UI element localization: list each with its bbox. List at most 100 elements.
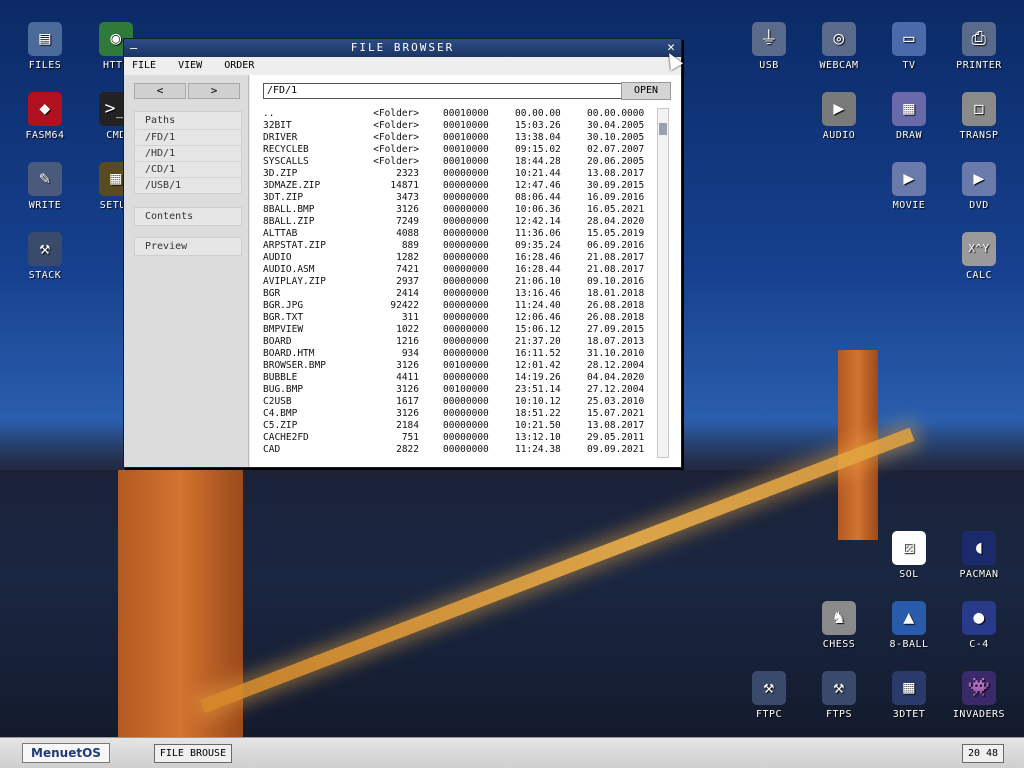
file-row[interactable]: .. <Folder> 00010000 00.00.00 00.00.0000 bbox=[263, 108, 655, 120]
file-date: 20.06.2005 bbox=[587, 156, 645, 167]
file-row[interactable]: CAD 2822 00000000 11:24.38 09.09.2021 bbox=[263, 444, 655, 456]
desktop-icon-chess[interactable]: ♞ CHESS bbox=[807, 601, 871, 650]
desktop-icon-ftps[interactable]: ⚒ FTPS bbox=[807, 671, 871, 720]
desktop-icon-stack[interactable]: ⚒ STACK bbox=[13, 232, 77, 281]
file-row[interactable]: BROWSER.BMP 3126 00100000 12:01.42 28.12.200… bbox=[263, 360, 655, 372]
start-button[interactable]: MenuetOS bbox=[22, 743, 110, 763]
file-row[interactable]: CACHE2FD 751 00000000 13:12.10 29.05.2011 bbox=[263, 432, 655, 444]
sidebar-item-hd1[interactable]: /HD/1 bbox=[135, 145, 241, 161]
desktop-icon-files[interactable]: ▤ FILES bbox=[13, 22, 77, 71]
file-attributes: 00000000 bbox=[443, 420, 489, 431]
file-attributes: 00000000 bbox=[443, 264, 489, 275]
file-row[interactable]: C4.BMP 3126 00000000 18:51.22 15.07.2021 bbox=[263, 408, 655, 420]
desktop-icon-label: FASM64 bbox=[25, 130, 65, 141]
desktop-icon-tv[interactable]: ▭ TV bbox=[877, 22, 941, 71]
file-attributes: 00100000 bbox=[443, 360, 489, 371]
preview-header[interactable]: Preview bbox=[135, 238, 241, 255]
file-size: 1216 bbox=[396, 336, 419, 347]
menu-file[interactable]: FILE bbox=[132, 60, 156, 71]
desktop-icon-label: FILES bbox=[28, 60, 62, 71]
desktop-icon-transp[interactable]: ◻ TRANSP bbox=[947, 92, 1011, 141]
file-row[interactable]: BMPVIEW 1022 00000000 15:06.12 27.09.2015 bbox=[263, 324, 655, 336]
file-list[interactable]: .. <Folder> 00010000 00.00.00 00.00.0000 32BI… bbox=[263, 108, 655, 456]
file-row[interactable]: BOARD 1216 00000000 21:37.20 18.07.2013 bbox=[263, 336, 655, 348]
file-row[interactable]: 3D.ZIP 2323 00000000 10:21.44 13.08.2017 bbox=[263, 168, 655, 180]
desktop-icon-invaders[interactable]: 👾 INVADERS bbox=[947, 671, 1011, 720]
file-row[interactable]: BUBBLE 4411 00000000 14:19.26 04.04.2020 bbox=[263, 372, 655, 384]
file-row[interactable]: 3DT.ZIP 3473 00000000 08:06.44 16.09.2016 bbox=[263, 192, 655, 204]
file-name: BUBBLE bbox=[263, 372, 298, 383]
sidebar-item-cd1[interactable]: /CD/1 bbox=[135, 161, 241, 177]
file-row[interactable]: AUDIO 1282 00000000 16:28.46 21.08.2017 bbox=[263, 252, 655, 264]
sidebar-item-usb1[interactable]: /USB/1 bbox=[135, 177, 241, 193]
file-name: BGR bbox=[263, 288, 281, 299]
sidebar-item-fd1[interactable]: /FD/1 bbox=[135, 129, 241, 145]
desktop-icon-sol[interactable]: ⚄ SOL bbox=[877, 531, 941, 580]
back-button[interactable]: < bbox=[134, 83, 186, 99]
forward-button[interactable]: > bbox=[188, 83, 240, 99]
desktop-icon-pacman[interactable]: ◖ PACMAN bbox=[947, 531, 1011, 580]
desktop-icon-c-4[interactable]: ● C-4 bbox=[947, 601, 1011, 650]
file-row[interactable]: AUDIO.ASM 7421 00000000 16:28.44 21.08.2017 bbox=[263, 264, 655, 276]
calculator-icon: X^Y bbox=[962, 232, 996, 266]
file-row[interactable]: BGR.TXT 311 00000000 12:06.46 26.08.2018 bbox=[263, 312, 655, 324]
taskbar-item-file-browser[interactable]: FILE BROUSE bbox=[154, 744, 232, 763]
file-row[interactable]: DRIVER <Folder> 00010000 13:38.04 30.10.2005 bbox=[263, 132, 655, 144]
desktop-icon-printer[interactable]: ⎙ PRINTER bbox=[947, 22, 1011, 71]
desktop-icon-dvd[interactable]: ▶ DVD bbox=[947, 162, 1011, 211]
menu-bar: FILE VIEW ORDER bbox=[124, 57, 681, 75]
scrollbar-thumb[interactable] bbox=[659, 123, 667, 135]
file-row[interactable]: ARPSTAT.ZIP 889 00000000 09:35.24 06.09.2016 bbox=[263, 240, 655, 252]
file-size: 311 bbox=[401, 312, 419, 323]
file-row[interactable]: C2USB 1617 00000000 10:10.12 25.03.2010 bbox=[263, 396, 655, 408]
file-date: 28.12.2004 bbox=[587, 360, 645, 371]
file-row[interactable]: BGR 2414 00000000 13:16.46 18.01.2018 bbox=[263, 288, 655, 300]
file-row[interactable]: BOARD.HTM 934 00000000 16:11.52 31.10.2010 bbox=[263, 348, 655, 360]
file-row[interactable]: AVIPLAY.ZIP 2937 00000000 21:06.10 09.10.201… bbox=[263, 276, 655, 288]
menu-view[interactable]: VIEW bbox=[178, 60, 202, 71]
file-name: RECYCLEB bbox=[263, 144, 309, 155]
desktop-icon-draw[interactable]: ▦ DRAW bbox=[877, 92, 941, 141]
file-size: 3126 bbox=[396, 384, 419, 395]
file-row[interactable]: RECYCLEB <Folder> 00010000 09:15.02 02.07.20… bbox=[263, 144, 655, 156]
file-row[interactable]: BGR.JPG 92422 00000000 11:24.40 26.08.2018 bbox=[263, 300, 655, 312]
preview-panel[interactable]: Preview bbox=[134, 237, 242, 256]
desktop-icon-8-ball[interactable]: ▲ 8-BALL bbox=[877, 601, 941, 650]
file-name: BOARD.HTM bbox=[263, 348, 315, 359]
file-attributes: 00000000 bbox=[443, 396, 489, 407]
file-row[interactable]: ALTTAB 4088 00000000 11:36.06 15.05.2019 bbox=[263, 228, 655, 240]
file-row[interactable]: 8BALL.BMP 3126 00000000 10:06.36 16.05.2021 bbox=[263, 204, 655, 216]
desktop-icon-ftpc[interactable]: ⚒ FTPC bbox=[737, 671, 801, 720]
contents-header[interactable]: Contents bbox=[135, 208, 241, 225]
desktop-icon-movie[interactable]: ▶ MOVIE bbox=[877, 162, 941, 211]
paths-header[interactable]: Paths bbox=[135, 112, 241, 129]
file-row[interactable]: 32BIT <Folder> 00010000 15:03.26 30.04.2005 bbox=[263, 120, 655, 132]
minimize-icon[interactable]: — bbox=[130, 39, 137, 57]
tetris-icon: ▦ bbox=[892, 671, 926, 705]
contents-panel[interactable]: Contents bbox=[134, 207, 242, 226]
file-attributes: 00000000 bbox=[443, 432, 489, 443]
file-attributes: 00010000 bbox=[443, 120, 489, 131]
desktop-icon-audio[interactable]: ▶ AUDIO bbox=[807, 92, 871, 141]
open-button[interactable]: OPEN bbox=[621, 82, 671, 100]
desktop-icon-label: DRAW bbox=[895, 130, 923, 141]
file-date: 31.10.2010 bbox=[587, 348, 645, 359]
pacman-icon: ◖ bbox=[962, 531, 996, 565]
path-input[interactable]: /FD/1 bbox=[263, 83, 622, 99]
desktop-icon-write[interactable]: ✎ WRITE bbox=[13, 162, 77, 211]
file-row[interactable]: 3DMAZE.ZIP 14871 00000000 12:47.46 30.09.201… bbox=[263, 180, 655, 192]
file-row[interactable]: SYSCALLS <Folder> 00010000 18:44.28 20.06.20… bbox=[263, 156, 655, 168]
desktop-icon-webcam[interactable]: ◎ WEBCAM bbox=[807, 22, 871, 71]
file-row[interactable]: BUG.BMP 3126 00100000 23:51.14 27.12.2004 bbox=[263, 384, 655, 396]
file-row[interactable]: C5.ZIP 2184 00000000 10:21.50 13.08.2017 bbox=[263, 420, 655, 432]
file-attributes: 00000000 bbox=[443, 192, 489, 203]
desktop-icon-calc[interactable]: X^Y CALC bbox=[947, 232, 1011, 281]
file-name: CAD bbox=[263, 444, 281, 455]
file-row[interactable]: 8BALL.ZIP 7249 00000000 12:42.14 28.04.2020 bbox=[263, 216, 655, 228]
menu-order[interactable]: ORDER bbox=[224, 60, 254, 71]
window-titlebar[interactable]: — FILE BROWSER ✕ bbox=[124, 39, 681, 57]
vertical-scrollbar[interactable] bbox=[657, 108, 669, 458]
desktop-icon-fasm64[interactable]: ◆ FASM64 bbox=[13, 92, 77, 141]
desktop-icon-3dtet[interactable]: ▦ 3DTET bbox=[877, 671, 941, 720]
desktop-icon-usb[interactable]: ⏚ USB bbox=[737, 22, 801, 71]
